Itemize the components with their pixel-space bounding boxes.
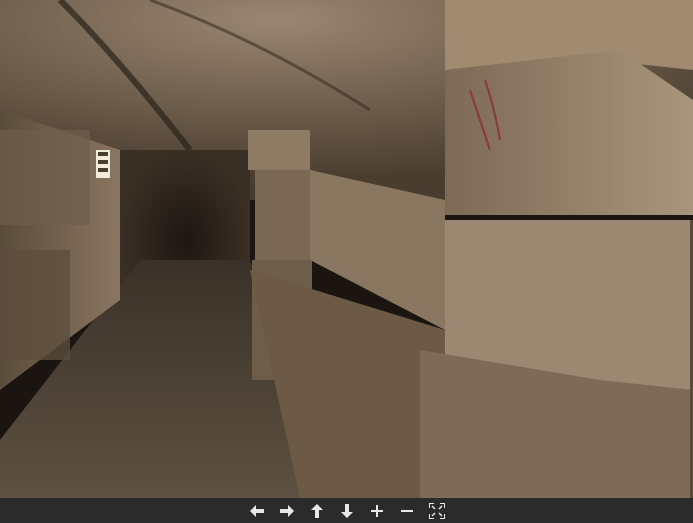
pan-left-button[interactable] [247,501,267,521]
panorama-viewport[interactable] [0,0,693,498]
arrow-right-icon [279,504,294,517]
pan-up-button[interactable] [307,501,327,521]
fullscreen-icon [428,502,445,519]
minus-icon [400,509,413,512]
zoom-out-button[interactable] [397,501,417,521]
arrow-up-icon [310,503,323,518]
zoom-in-button[interactable] [367,501,387,521]
arrow-down-icon [340,503,353,518]
catacomb-scene-image [0,0,693,498]
panorama-control-bar [0,498,693,523]
pan-right-button[interactable] [277,501,297,521]
plus-icon [370,504,383,517]
arrow-left-icon [249,504,264,517]
pan-down-button[interactable] [337,501,357,521]
fullscreen-button[interactable] [427,501,447,521]
